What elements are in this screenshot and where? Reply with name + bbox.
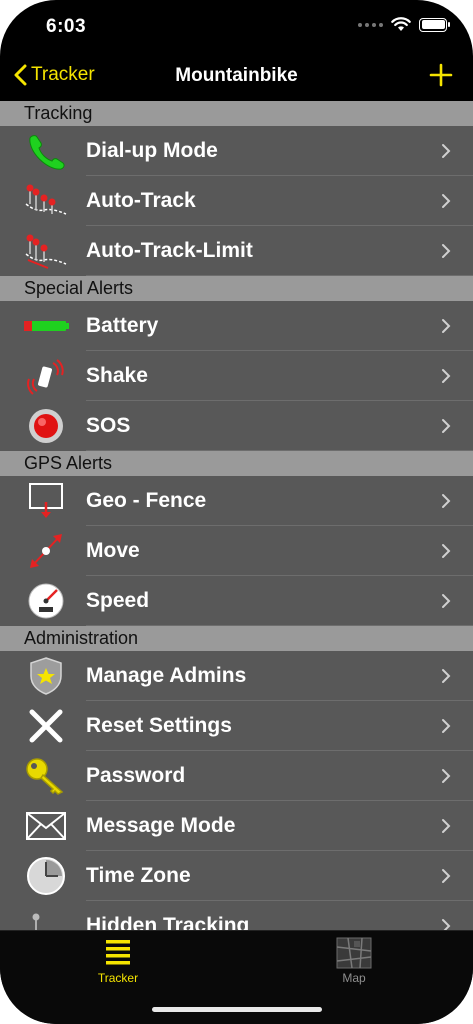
- chevron-right-icon: [442, 244, 451, 258]
- row-label: Move: [86, 539, 140, 562]
- row-reset-settings[interactable]: Reset Settings: [0, 701, 473, 751]
- signal-icon: [358, 22, 383, 27]
- chevron-right-icon: [442, 319, 451, 333]
- battery-icon: [22, 307, 70, 345]
- chevron-right-icon: [442, 419, 451, 433]
- plus-icon: [429, 63, 453, 87]
- row-password[interactable]: Password: [0, 751, 473, 801]
- row-label: Battery: [86, 314, 159, 337]
- hidden-pin-icon: [22, 907, 70, 931]
- navigation-bar: Tracker Mountainbike: [0, 50, 473, 101]
- row-time-zone[interactable]: Time Zone: [0, 851, 473, 901]
- move-icon: [22, 532, 70, 570]
- phone-icon: [22, 132, 70, 170]
- chevron-right-icon: [442, 719, 451, 733]
- battery-status-icon: [419, 17, 450, 32]
- key-icon: [22, 757, 70, 795]
- status-time: 6:03: [46, 16, 87, 37]
- wifi-icon: [391, 17, 411, 31]
- row-label: Speed: [86, 589, 150, 612]
- section-header-administration: Administration: [0, 626, 473, 651]
- row-label: SOS: [86, 414, 131, 437]
- row-dial-up-mode[interactable]: Dial-up Mode: [0, 126, 473, 176]
- row-label: Geo - Fence: [86, 489, 207, 512]
- add-button[interactable]: [429, 63, 453, 92]
- chevron-right-icon: [442, 144, 451, 158]
- row-label: Dial-up Mode: [86, 139, 218, 162]
- row-label: Auto-Track-Limit: [86, 239, 253, 262]
- envelope-icon: [22, 807, 70, 845]
- chevron-right-icon: [442, 669, 451, 683]
- home-indicator: [152, 1007, 322, 1012]
- chevron-right-icon: [442, 194, 451, 208]
- row-sos[interactable]: SOS: [0, 401, 473, 451]
- row-move[interactable]: Move: [0, 526, 473, 576]
- speedometer-icon: [22, 582, 70, 620]
- row-auto-track-limit[interactable]: Auto-Track-Limit: [0, 226, 473, 276]
- notch: [117, 0, 357, 34]
- row-label: Shake: [86, 364, 148, 387]
- list-lines-icon: [100, 937, 136, 969]
- tab-map-label: Map: [342, 971, 366, 985]
- tab-tracker-label: Tracker: [97, 971, 139, 985]
- row-shake[interactable]: Shake: [0, 351, 473, 401]
- clock-icon: [22, 857, 70, 895]
- row-label: Time Zone: [86, 864, 191, 887]
- chevron-right-icon: [442, 494, 451, 508]
- row-label: Manage Admins: [86, 664, 247, 687]
- tab-tracker[interactable]: Tracker: [0, 931, 236, 991]
- section-header-tracking: Tracking: [0, 101, 473, 126]
- row-label: Password: [86, 764, 186, 787]
- row-auto-track[interactable]: Auto-Track: [0, 176, 473, 226]
- badge-icon: [22, 657, 70, 695]
- row-label: Reset Settings: [86, 714, 232, 737]
- settings-list[interactable]: Tracking Dial-up Mode Auto-Track Auto-Tr…: [0, 101, 473, 931]
- row-geo-fence[interactable]: Geo - Fence: [0, 476, 473, 526]
- section-header-gps-alerts: GPS Alerts: [0, 451, 473, 476]
- chevron-right-icon: [442, 544, 451, 558]
- row-speed[interactable]: Speed: [0, 576, 473, 626]
- x-icon: [22, 707, 70, 745]
- row-message-mode[interactable]: Message Mode: [0, 801, 473, 851]
- row-label: Auto-Track: [86, 189, 196, 212]
- chevron-right-icon: [442, 819, 451, 833]
- shake-icon: [22, 357, 70, 395]
- back-button-label: Tracker: [31, 64, 95, 85]
- track-limit-icon: [22, 232, 70, 270]
- tab-map[interactable]: Map: [236, 931, 472, 991]
- section-header-special-alerts: Special Alerts: [0, 276, 473, 301]
- map-icon: [336, 937, 372, 969]
- track-pins-icon: [22, 182, 70, 220]
- row-battery[interactable]: Battery: [0, 301, 473, 351]
- chevron-right-icon: [442, 369, 451, 383]
- row-manage-admins[interactable]: Manage Admins: [0, 651, 473, 701]
- row-hidden-tracking[interactable]: Hidden Tracking: [0, 901, 473, 931]
- chevron-right-icon: [442, 594, 451, 608]
- chevron-right-icon: [442, 869, 451, 883]
- chevron-right-icon: [442, 769, 451, 783]
- row-label: Hidden Tracking: [86, 914, 250, 931]
- back-button[interactable]: Tracker: [14, 64, 95, 86]
- geofence-icon: [22, 482, 70, 520]
- sos-icon: [22, 407, 70, 445]
- phone-frame: 6:03 Tracker Mountainbike Tracking Dial-…: [0, 0, 473, 1024]
- status-icons: [358, 17, 450, 32]
- row-label: Message Mode: [86, 814, 236, 837]
- chevron-left-icon: [14, 64, 27, 86]
